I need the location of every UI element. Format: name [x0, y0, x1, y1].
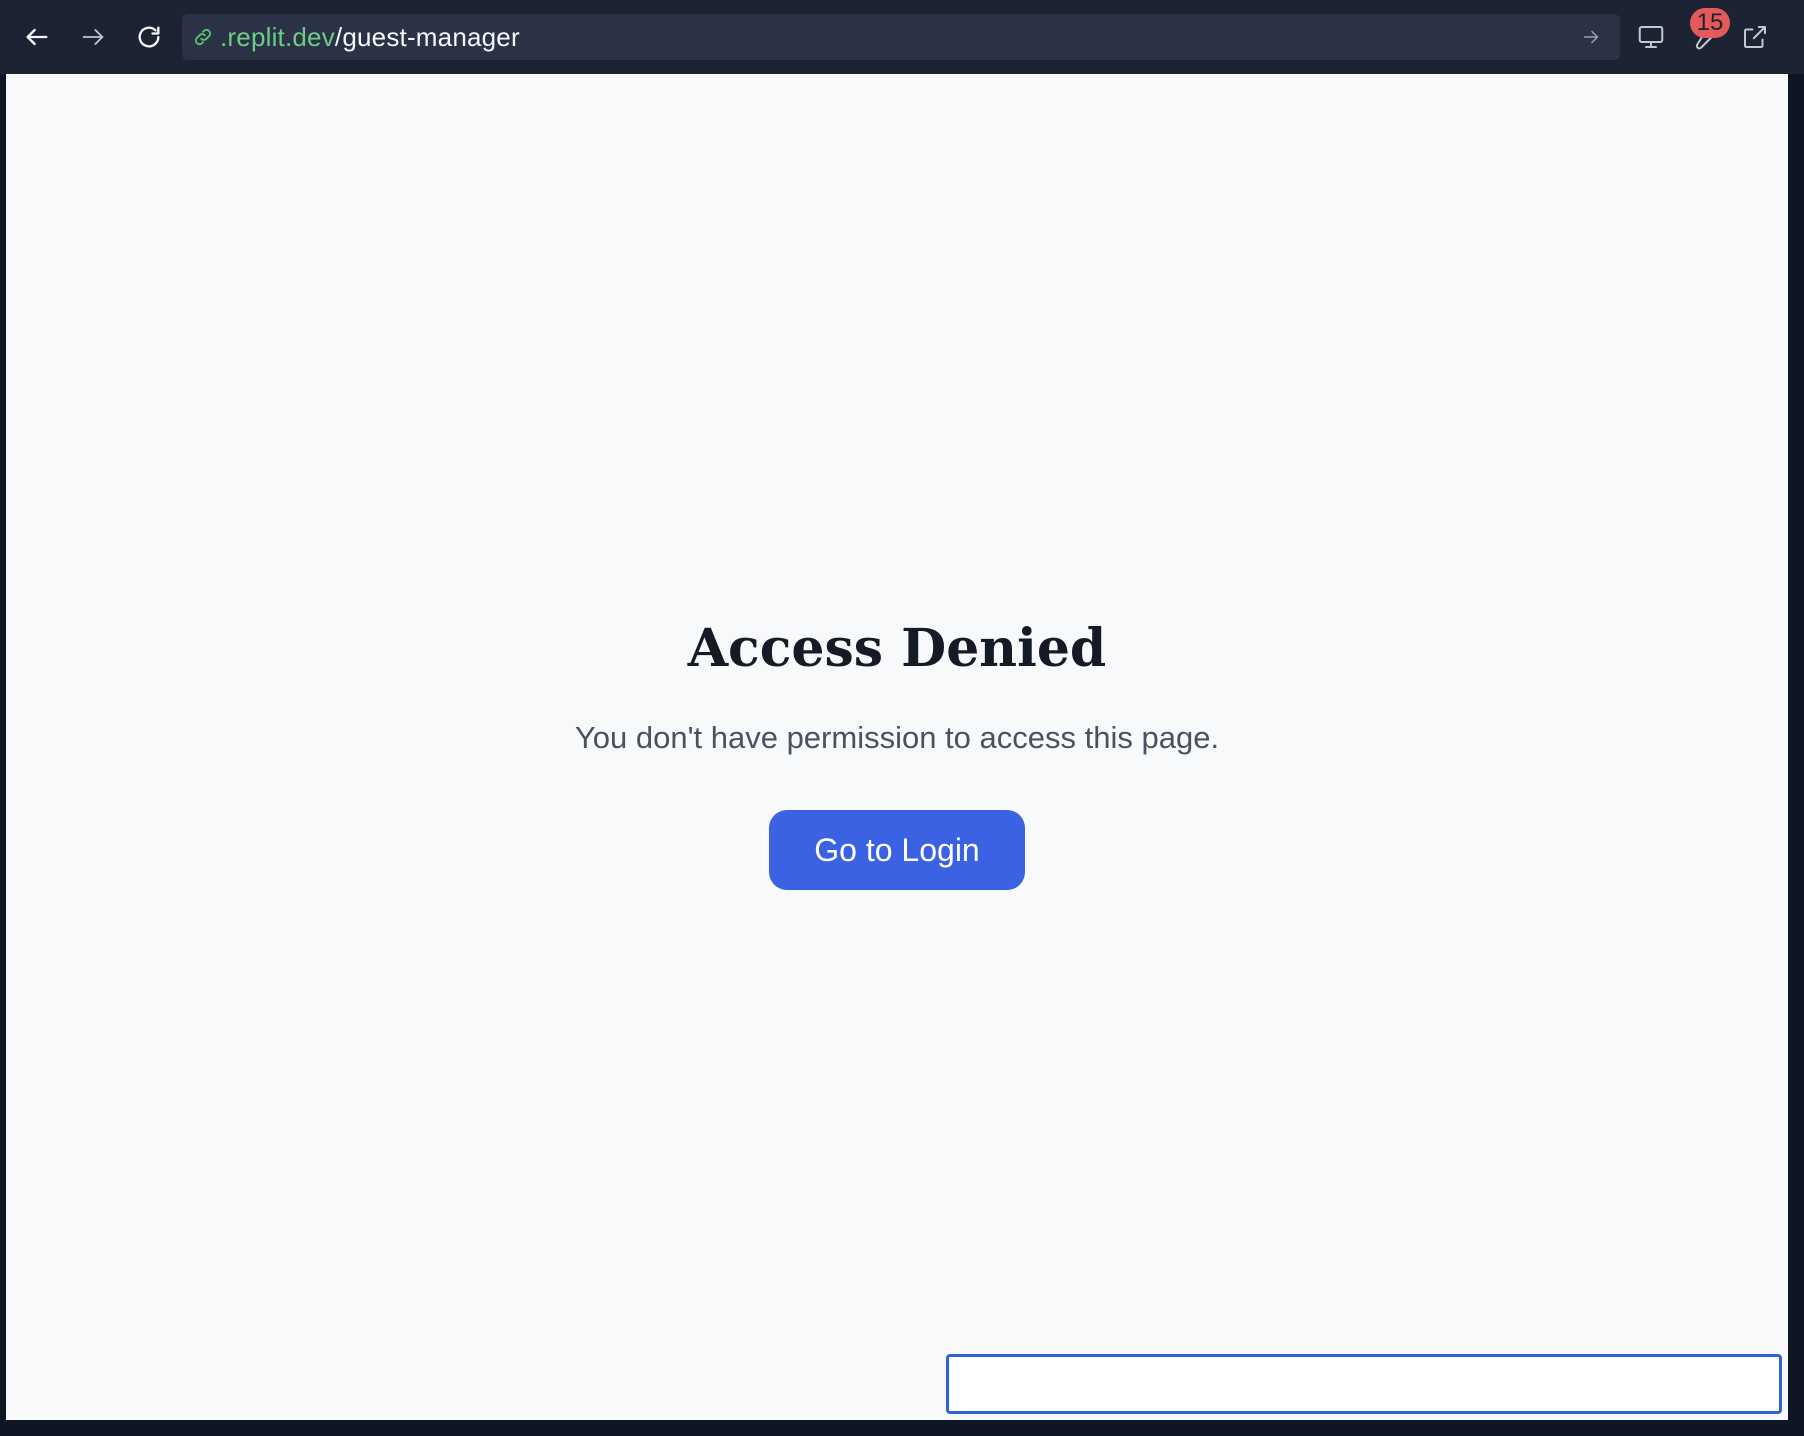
arrow-right-icon: [1583, 30, 1599, 44]
page-viewport: Access Denied You don't have permission …: [6, 74, 1788, 1420]
reload-button[interactable]: [126, 14, 172, 60]
arrow-left-icon: [26, 28, 48, 46]
focused-input-box[interactable]: [946, 1354, 1782, 1414]
browser-window: .replit.dev/guest-manager 15 Access Deni…: [0, 0, 1804, 1436]
reload-icon: [138, 26, 160, 48]
url-path: /guest-manager: [334, 21, 520, 52]
right-edge-bar: [1788, 74, 1804, 1436]
devices-button[interactable]: [1628, 14, 1674, 60]
page-title: Access Denied: [687, 618, 1107, 679]
notification-badge: 15: [1690, 8, 1730, 38]
back-button[interactable]: [14, 14, 60, 60]
url-domain: .replit.dev: [220, 21, 335, 52]
access-denied-panel: Access Denied You don't have permission …: [6, 614, 1788, 890]
go-button[interactable]: [1578, 24, 1604, 50]
forward-button[interactable]: [70, 14, 116, 60]
go-to-login-button[interactable]: Go to Login: [769, 810, 1025, 890]
external-link-icon: [1744, 26, 1766, 48]
browser-toolbar: .replit.dev/guest-manager 15: [0, 0, 1804, 74]
open-external-button[interactable]: [1732, 14, 1778, 60]
link-icon: [190, 24, 216, 50]
address-bar[interactable]: .replit.dev/guest-manager: [182, 14, 1620, 60]
monitor-icon: [1638, 26, 1664, 48]
permission-message: You don't have permission to access this…: [574, 720, 1220, 755]
arrow-right-icon: [82, 29, 104, 45]
url-text[interactable]: .replit.dev/guest-manager: [220, 22, 520, 53]
